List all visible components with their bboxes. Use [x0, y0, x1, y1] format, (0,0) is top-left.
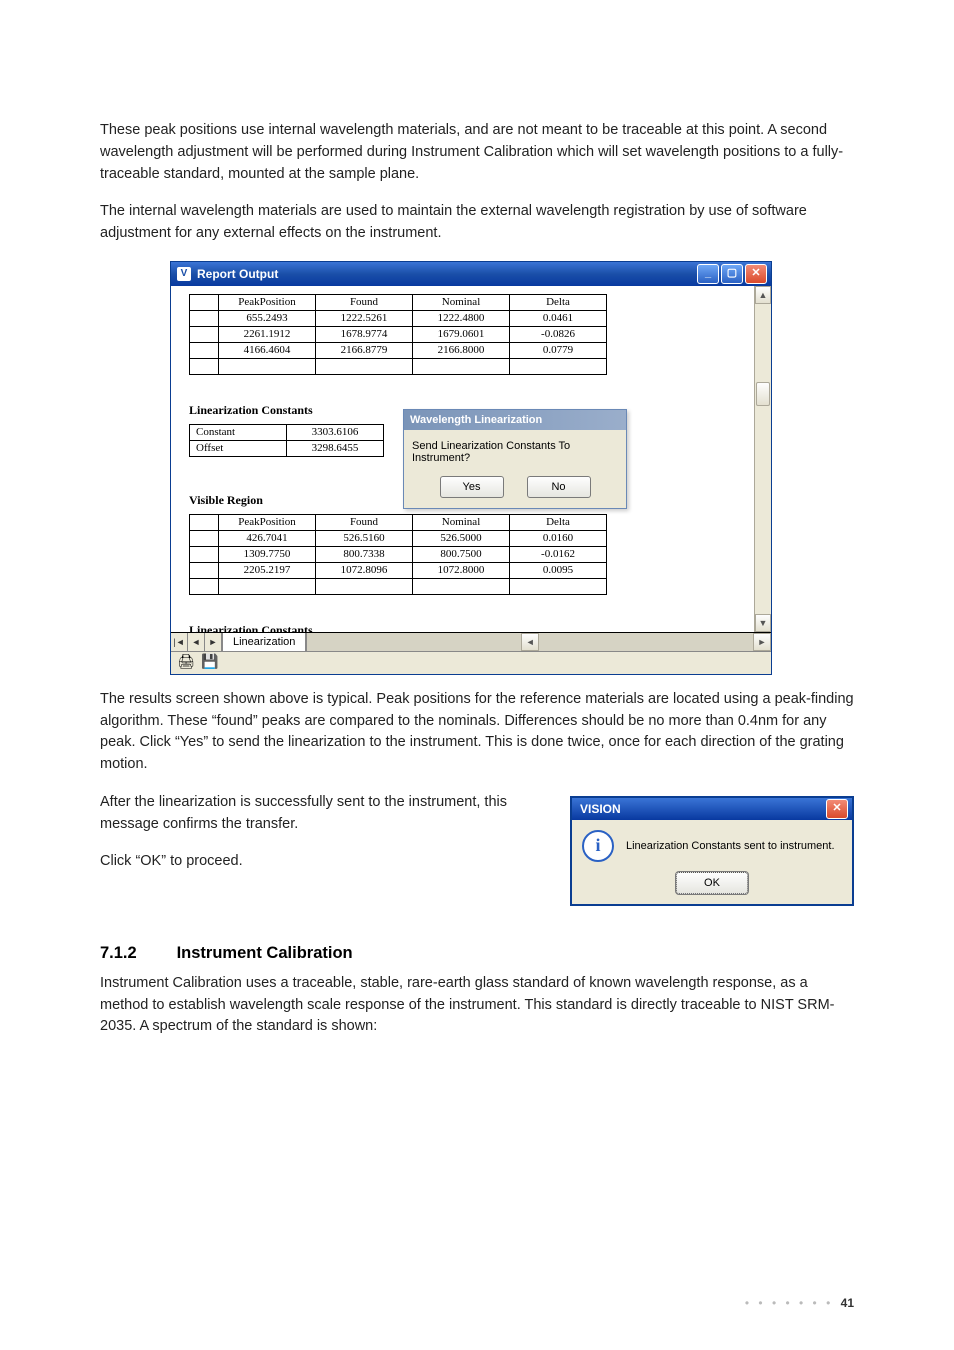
cell: 426.7041 [219, 530, 316, 546]
vertical-scrollbar[interactable]: ▲ ▼ [754, 286, 771, 632]
cell: 800.7338 [316, 546, 413, 562]
cell: 0.0461 [510, 310, 607, 326]
cell: 1072.8000 [413, 562, 510, 578]
window-title: Report Output [197, 267, 697, 281]
info-icon: i [582, 830, 614, 862]
cell: 2166.8000 [413, 342, 510, 358]
heading-text: Instrument Calibration [177, 944, 353, 962]
table-row: 655.2493 1222.5261 1222.4800 0.0461 [190, 310, 607, 326]
report-output-window: V Report Output _ ▢ ✕ PeakPosition Found [170, 261, 772, 675]
constants-table: Constant 3303.6106 Offset 3298.6455 [189, 424, 384, 457]
cell: 655.2493 [219, 310, 316, 326]
dialog-title[interactable]: Wavelength Linearization [404, 410, 626, 430]
cell: Constant [190, 424, 287, 440]
cell: -0.0826 [510, 326, 607, 342]
table-row: 2205.2197 1072.8096 1072.8000 0.0095 [190, 562, 607, 578]
no-button[interactable]: No [527, 476, 591, 498]
cell: 2261.1912 [219, 326, 316, 342]
footer-dots-icon: • • • • • • • [745, 1296, 833, 1310]
dialog-titlebar[interactable]: VISION ✕ [572, 798, 852, 820]
dialog-title: VISION [580, 802, 826, 816]
cell: 1222.4800 [413, 310, 510, 326]
cell: 800.7500 [413, 546, 510, 562]
minimize-button[interactable]: _ [697, 264, 719, 284]
print-icon[interactable]: 🖨 [177, 654, 195, 672]
scrollbar-thumb[interactable] [756, 382, 770, 406]
horizontal-scrollbar[interactable]: ◄ ► [306, 633, 771, 651]
paragraph: Instrument Calibration uses a traceable,… [100, 973, 854, 1038]
dialog-message: Linearization Constants sent to instrume… [626, 840, 835, 852]
table-row [190, 578, 607, 594]
paragraph: These peak positions use internal wavele… [100, 120, 854, 185]
instrument-calibration-heading: 7.1.2 Instrument Calibration [100, 944, 854, 963]
window-titlebar[interactable]: V Report Output _ ▢ ✕ [171, 262, 771, 286]
cell: 526.5160 [316, 530, 413, 546]
dialog-message: Send Linearization Constants To Instrume… [412, 440, 618, 464]
page-footer: • • • • • • • 41 [745, 1296, 854, 1310]
table-header: Delta [510, 514, 607, 530]
linearization-constants-heading-2: Linearization Constants [189, 623, 754, 632]
ok-button[interactable]: OK [676, 872, 748, 894]
tab-prev-icon[interactable]: ◄ [188, 633, 205, 651]
table-header: Found [316, 294, 413, 310]
cell: 0.0160 [510, 530, 607, 546]
app-icon: V [177, 267, 191, 281]
cell: 1309.7750 [219, 546, 316, 562]
hscroll-left-icon[interactable]: ◄ [521, 633, 539, 651]
cell: 0.0095 [510, 562, 607, 578]
cell: 1222.5261 [316, 310, 413, 326]
cell: 1679.0601 [413, 326, 510, 342]
table-row: Constant 3303.6106 [190, 424, 384, 440]
cell: 1678.9774 [316, 326, 413, 342]
table-row: 4166.4604 2166.8779 2166.8000 0.0779 [190, 342, 607, 358]
maximize-button[interactable]: ▢ [721, 264, 743, 284]
cell: 2205.2197 [219, 562, 316, 578]
table-row [190, 358, 607, 374]
table-header: Nominal [413, 294, 510, 310]
table-header: Found [316, 514, 413, 530]
yes-button[interactable]: Yes [440, 476, 504, 498]
table-header: PeakPosition [219, 294, 316, 310]
table-header: Nominal [413, 514, 510, 530]
scrollbar-track[interactable] [755, 304, 771, 614]
cell: Offset [190, 440, 287, 456]
hscroll-right-icon[interactable]: ► [753, 633, 771, 651]
scroll-up-icon[interactable]: ▲ [755, 286, 771, 304]
cell: 4166.4604 [219, 342, 316, 358]
paragraph: The internal wavelength materials are us… [100, 201, 854, 245]
save-icon[interactable]: 💾 [201, 654, 219, 672]
tab-first-icon[interactable]: |◄ [171, 633, 188, 651]
cell: 1072.8096 [316, 562, 413, 578]
page-number: 41 [841, 1296, 854, 1310]
table-header: PeakPosition [219, 514, 316, 530]
table-header: Delta [510, 294, 607, 310]
table-row: Offset 3298.6455 [190, 440, 384, 456]
cell: -0.0162 [510, 546, 607, 562]
wavelength-linearization-dialog: Wavelength Linearization Send Linearizat… [403, 409, 627, 509]
close-button[interactable]: ✕ [745, 264, 767, 284]
scroll-down-icon[interactable]: ▼ [755, 614, 771, 632]
sheet-tab-linearization[interactable]: Linearization [222, 633, 306, 651]
cell: 0.0779 [510, 342, 607, 358]
close-button[interactable]: ✕ [826, 799, 848, 819]
table-row: 426.7041 526.5160 526.5000 0.0160 [190, 530, 607, 546]
cell: 526.5000 [413, 530, 510, 546]
cell: 3303.6106 [287, 424, 384, 440]
vision-info-dialog: VISION ✕ i Linearization Constants sent … [570, 796, 854, 906]
paragraph: The results screen shown above is typica… [100, 689, 854, 776]
table-row: 1309.7750 800.7338 800.7500 -0.0162 [190, 546, 607, 562]
cell: 3298.6455 [287, 440, 384, 456]
tab-next-icon[interactable]: ► [205, 633, 222, 651]
cell: 2166.8779 [316, 342, 413, 358]
nir-peak-table: PeakPosition Found Nominal Delta 655.249… [189, 294, 607, 375]
sheet-tab-nav[interactable]: |◄ ◄ ► [171, 633, 222, 651]
visible-peak-table: PeakPosition Found Nominal Delta 426.704… [189, 514, 607, 595]
table-row: 2261.1912 1678.9774 1679.0601 -0.0826 [190, 326, 607, 342]
heading-number: 7.1.2 [100, 944, 172, 963]
